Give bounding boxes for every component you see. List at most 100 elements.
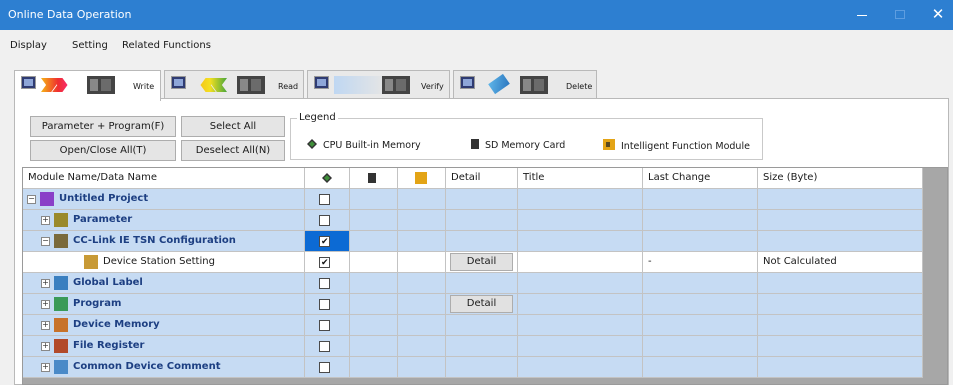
table-row[interactable]: + File Register <box>23 336 923 357</box>
expand-icon[interactable]: + <box>41 279 50 288</box>
cell-module-name: − Untitled Project <box>23 189 305 210</box>
cell-module-name: + Program <box>23 294 305 315</box>
cpu-memory-checkbox[interactable] <box>319 232 330 251</box>
cell-size <box>758 315 923 336</box>
tree-node-label: Untitled Project <box>59 193 149 204</box>
tab-verify-label: Verify <box>421 82 444 91</box>
cpu-memory-checkbox[interactable] <box>319 215 330 226</box>
expand-icon[interactable]: + <box>41 321 50 330</box>
cell-title <box>518 273 643 294</box>
minimize-button[interactable] <box>844 0 880 30</box>
cpu-memory-icon <box>307 139 317 149</box>
cell-last-change: - <box>643 252 758 273</box>
tab-verify[interactable]: Verify <box>307 70 450 100</box>
cpu-memory-checkbox[interactable] <box>319 362 330 373</box>
cpu-memory-checkbox[interactable] <box>319 320 330 331</box>
table-row[interactable]: − CC-Link IE TSN Configuration <box>23 231 923 252</box>
cell-intelligent-module <box>398 336 446 357</box>
cell-sd-card <box>350 315 398 336</box>
collapse-icon[interactable]: − <box>27 195 36 204</box>
data-table: Module Name/Data Name Detail Title Last … <box>22 167 948 385</box>
cell-title <box>518 210 643 231</box>
close-button[interactable]: ✕ <box>920 0 953 30</box>
cell-last-change <box>643 189 758 210</box>
expand-icon[interactable]: + <box>41 342 50 351</box>
tree-node-icon <box>54 339 68 353</box>
legend-cpu: CPU Built-in Memory <box>307 139 421 151</box>
intelligent-module-icon <box>415 172 427 184</box>
cell-module-name: + Device Memory <box>23 315 305 336</box>
cell-cpu-memory <box>305 210 350 231</box>
table-row[interactable]: − Untitled Project <box>23 189 923 210</box>
menu-setting[interactable]: Setting <box>72 40 108 51</box>
deselect-all-button[interactable]: Deselect All(N) <box>181 140 285 161</box>
table-header: Module Name/Data Name Detail Title Last … <box>23 168 923 189</box>
legend-sd: SD Memory Card <box>471 139 565 151</box>
cell-sd-card <box>350 357 398 378</box>
cpu-memory-checkbox[interactable] <box>319 194 330 205</box>
cell-last-change <box>643 294 758 315</box>
cell-size <box>758 231 923 252</box>
maximize-icon <box>895 10 905 19</box>
header-title: Title <box>518 168 643 189</box>
cell-intelligent-module <box>398 357 446 378</box>
vertical-scrollbar[interactable] <box>923 168 947 384</box>
table-row[interactable]: + Program Detail <box>23 294 923 315</box>
legend-ifm-label: Intelligent Function Module <box>621 141 750 152</box>
detail-button[interactable]: Detail <box>450 253 513 271</box>
cell-cpu-memory <box>305 189 350 210</box>
cell-last-change <box>643 210 758 231</box>
tab-write[interactable]: Write <box>14 70 161 101</box>
cell-sd-card <box>350 252 398 273</box>
cpu-memory-checkbox[interactable] <box>319 299 330 310</box>
detail-button[interactable]: Detail <box>450 295 513 313</box>
cell-cpu-memory <box>305 273 350 294</box>
header-intelligent-module[interactable] <box>398 168 446 189</box>
menu-related-functions[interactable]: Related Functions <box>122 40 211 51</box>
menu-display[interactable]: Display <box>10 40 47 51</box>
select-all-button[interactable]: Select All <box>181 116 285 137</box>
cell-detail <box>446 336 518 357</box>
cell-title <box>518 336 643 357</box>
tree-node-icon <box>40 192 54 206</box>
table-row[interactable]: + Global Label <box>23 273 923 294</box>
cpu-memory-checkbox[interactable] <box>319 341 330 352</box>
tree-node-icon <box>54 234 68 248</box>
tree-node-icon <box>84 255 98 269</box>
cell-cpu-memory <box>305 315 350 336</box>
title-bar: Online Data Operation ✕ <box>0 0 953 30</box>
maximize-button[interactable] <box>882 0 918 30</box>
table-row[interactable]: Device Station Setting Detail -Not Calcula… <box>23 252 923 273</box>
cell-intelligent-module <box>398 252 446 273</box>
table-row[interactable]: + Device Memory <box>23 315 923 336</box>
tab-delete[interactable]: Delete <box>453 70 597 100</box>
cell-size: Not Calculated <box>758 252 923 273</box>
expand-icon[interactable]: + <box>41 216 50 225</box>
expand-icon[interactable]: + <box>41 300 50 309</box>
cpu-memory-checkbox[interactable] <box>319 253 330 272</box>
cell-intelligent-module <box>398 189 446 210</box>
cell-size <box>758 294 923 315</box>
header-sd-card[interactable] <box>350 168 398 189</box>
table-row[interactable]: + Parameter <box>23 210 923 231</box>
cell-title <box>518 252 643 273</box>
collapse-icon[interactable]: − <box>41 237 50 246</box>
expand-icon[interactable]: + <box>41 363 50 372</box>
table-row[interactable]: + Common Device Comment <box>23 357 923 378</box>
cell-detail <box>446 315 518 336</box>
cell-cpu-memory <box>305 231 350 252</box>
header-detail: Detail <box>446 168 518 189</box>
parameter-program-button[interactable]: Parameter + Program(F) <box>30 116 176 137</box>
intelligent-module-icon <box>603 139 615 150</box>
tab-read[interactable]: Read <box>164 70 304 100</box>
header-cpu-memory[interactable] <box>305 168 350 189</box>
cell-sd-card <box>350 273 398 294</box>
tab-write-label: Write <box>133 82 155 91</box>
cpu-memory-checkbox[interactable] <box>319 278 330 289</box>
open-close-all-button[interactable]: Open/Close All(T) <box>30 140 176 161</box>
cell-module-name: + Global Label <box>23 273 305 294</box>
tree-node-label: Common Device Comment <box>73 361 221 372</box>
tree-node-icon <box>54 213 68 227</box>
cell-detail <box>446 357 518 378</box>
menu-bar: Display Setting Related Functions <box>0 30 953 60</box>
